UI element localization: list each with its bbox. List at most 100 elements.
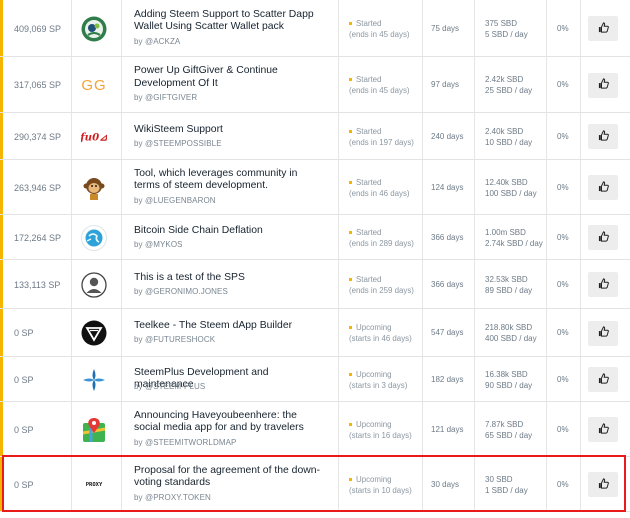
vote-button[interactable]	[588, 320, 618, 346]
proposal-author-link[interactable]: by @STEEMITWORLDMAP	[134, 438, 236, 447]
column-divider	[338, 113, 339, 159]
vote-button[interactable]	[588, 124, 618, 149]
globe-avatar[interactable]	[81, 224, 107, 251]
proposal-author-link[interactable]: by @STEEM-PLUS	[134, 382, 205, 391]
status-label: Started	[349, 227, 414, 238]
funded-percent: 0%	[557, 424, 569, 434]
proposal-title-link[interactable]: Announcing Haveyoubeenhere: the social m…	[134, 410, 324, 435]
duration-days: 97 days	[431, 80, 460, 89]
requested-funds: 7.87k SBD 65 SBD / day	[485, 419, 532, 441]
total-requested: 2.42k SBD	[485, 75, 524, 84]
column-divider	[338, 215, 339, 259]
requested-funds: 375 SBD 5 SBD / day	[485, 18, 528, 40]
column-divider	[71, 215, 72, 259]
steempossible-logo[interactable]: fu0⊿	[81, 124, 107, 150]
proposal-row: 290,374 SP fu0⊿ WikiSteem Support by @STEEM…	[0, 113, 630, 160]
column-divider	[546, 457, 547, 511]
proposal-author-link[interactable]: by @GIFTGIVER	[134, 93, 197, 102]
total-votes: 263,946 SP	[14, 182, 62, 193]
ackza-avatar[interactable]	[81, 16, 107, 42]
column-divider	[71, 457, 72, 511]
row-accent-bar	[0, 113, 3, 159]
thumbs-up-icon	[598, 20, 609, 38]
column-divider	[338, 309, 339, 356]
status-label: Started	[349, 18, 410, 29]
proposal-row: 172,264 SP Bitcoin Side Chain Deflation by…	[0, 215, 630, 260]
proposal-title-link[interactable]: Adding Steem Support to Scatter Dapp Wal…	[134, 9, 324, 34]
column-divider	[338, 457, 339, 511]
column-divider	[121, 457, 122, 511]
total-votes: 409,069 SP	[14, 23, 62, 34]
proposal-status: Started (ends in 45 days)	[349, 18, 410, 40]
proposal-author-link[interactable]: by @LUEGENBARON	[134, 196, 216, 205]
proposal-title-link[interactable]: Tool, which leverages community in terms…	[134, 168, 324, 193]
vote-button[interactable]	[588, 367, 618, 392]
status-dot-icon	[349, 422, 352, 426]
column-divider	[121, 113, 122, 159]
proposal-title-link[interactable]: WikiSteem Support	[134, 124, 324, 137]
proposal-author-link[interactable]: by @GERONIMO.JONES	[134, 287, 228, 296]
funded-percent: 0%	[557, 23, 569, 33]
requested-funds: 12.40k SBD 100 SBD / day	[485, 177, 537, 199]
column-divider	[71, 260, 72, 308]
vote-button[interactable]	[588, 16, 618, 41]
column-divider	[422, 457, 423, 511]
vote-button[interactable]	[588, 272, 618, 297]
proposal-title-link[interactable]: This is a test of the SPS	[134, 272, 324, 285]
gg-logo[interactable]: GG	[81, 72, 107, 98]
total-requested: 2.40k SBD	[485, 126, 524, 136]
proposal-author-link[interactable]: by @STEEMPOSSIBLE	[134, 139, 222, 148]
column-divider	[474, 57, 475, 112]
steemplus-logo[interactable]	[81, 367, 107, 393]
funded-percent: 0%	[557, 80, 569, 89]
proposal-row: 263,946 SP Tool, which leverages communit…	[0, 160, 630, 215]
status-text: Upcoming	[356, 419, 392, 429]
duration-days: 182 days	[431, 374, 464, 384]
status-label: Started	[349, 74, 410, 85]
status-label: Upcoming	[349, 322, 412, 333]
status-text: Upcoming	[356, 474, 392, 484]
proposal-author-link[interactable]: by @ACKZA	[134, 37, 180, 46]
row-accent-bar	[0, 357, 3, 401]
map-pin-logo[interactable]	[81, 417, 107, 443]
duration-days: 547 days	[431, 328, 464, 337]
column-divider	[338, 57, 339, 112]
default-user-avatar[interactable]	[81, 271, 107, 298]
vote-button[interactable]	[588, 175, 618, 200]
proposal-title-link[interactable]: Proposal for the agreement of the down-v…	[134, 465, 324, 490]
proxy-logo[interactable]: PROXY	[81, 472, 107, 498]
daily-pay: 89 SBD / day	[485, 285, 533, 295]
proposal-title-link[interactable]: Bitcoin Side Chain Deflation	[134, 225, 324, 238]
status-subtext: (ends in 46 days)	[349, 188, 410, 198]
column-divider	[338, 357, 339, 401]
proposal-status: Started (ends in 197 days)	[349, 126, 414, 148]
proposal-author-link[interactable]: by @PROXY.TOKEN	[134, 493, 211, 502]
proposal-author-link[interactable]: by @MYKOS	[134, 240, 183, 249]
column-divider	[422, 309, 423, 356]
column-divider	[580, 402, 581, 456]
proposal-row: 0 SP SteemPlus Development and maintenanc…	[0, 357, 630, 402]
status-text: Started	[356, 75, 382, 84]
vote-button[interactable]	[588, 72, 618, 98]
proposal-author-link[interactable]: by @FUTURESHOCK	[134, 335, 215, 344]
vote-button[interactable]	[588, 225, 618, 250]
requested-funds: 32.53k SBD 89 SBD / day	[485, 274, 532, 296]
vote-button[interactable]	[588, 417, 618, 442]
row-accent-bar	[0, 160, 3, 214]
row-accent-bar	[0, 260, 3, 308]
requested-funds: 30 SBD 1 SBD / day	[485, 474, 528, 496]
proxy-logo-text: PROXY	[85, 481, 103, 488]
futureshock-logo[interactable]	[81, 320, 107, 346]
gg-logo-text: GG	[81, 76, 107, 94]
column-divider	[580, 0, 581, 56]
vote-button[interactable]	[588, 472, 618, 497]
column-divider	[71, 57, 72, 112]
status-subtext: (ends in 197 days)	[349, 137, 414, 147]
status-dot-icon	[349, 78, 352, 82]
monkey-avatar[interactable]	[81, 175, 107, 201]
proposal-title-link[interactable]: Teelkee - The Steem dApp Builder	[134, 320, 324, 333]
column-divider	[71, 402, 72, 456]
proposal-title-link[interactable]: Power Up GiftGiver & Continue Developmen…	[134, 65, 324, 90]
status-text: Started	[356, 177, 382, 187]
status-dot-icon	[349, 21, 352, 25]
